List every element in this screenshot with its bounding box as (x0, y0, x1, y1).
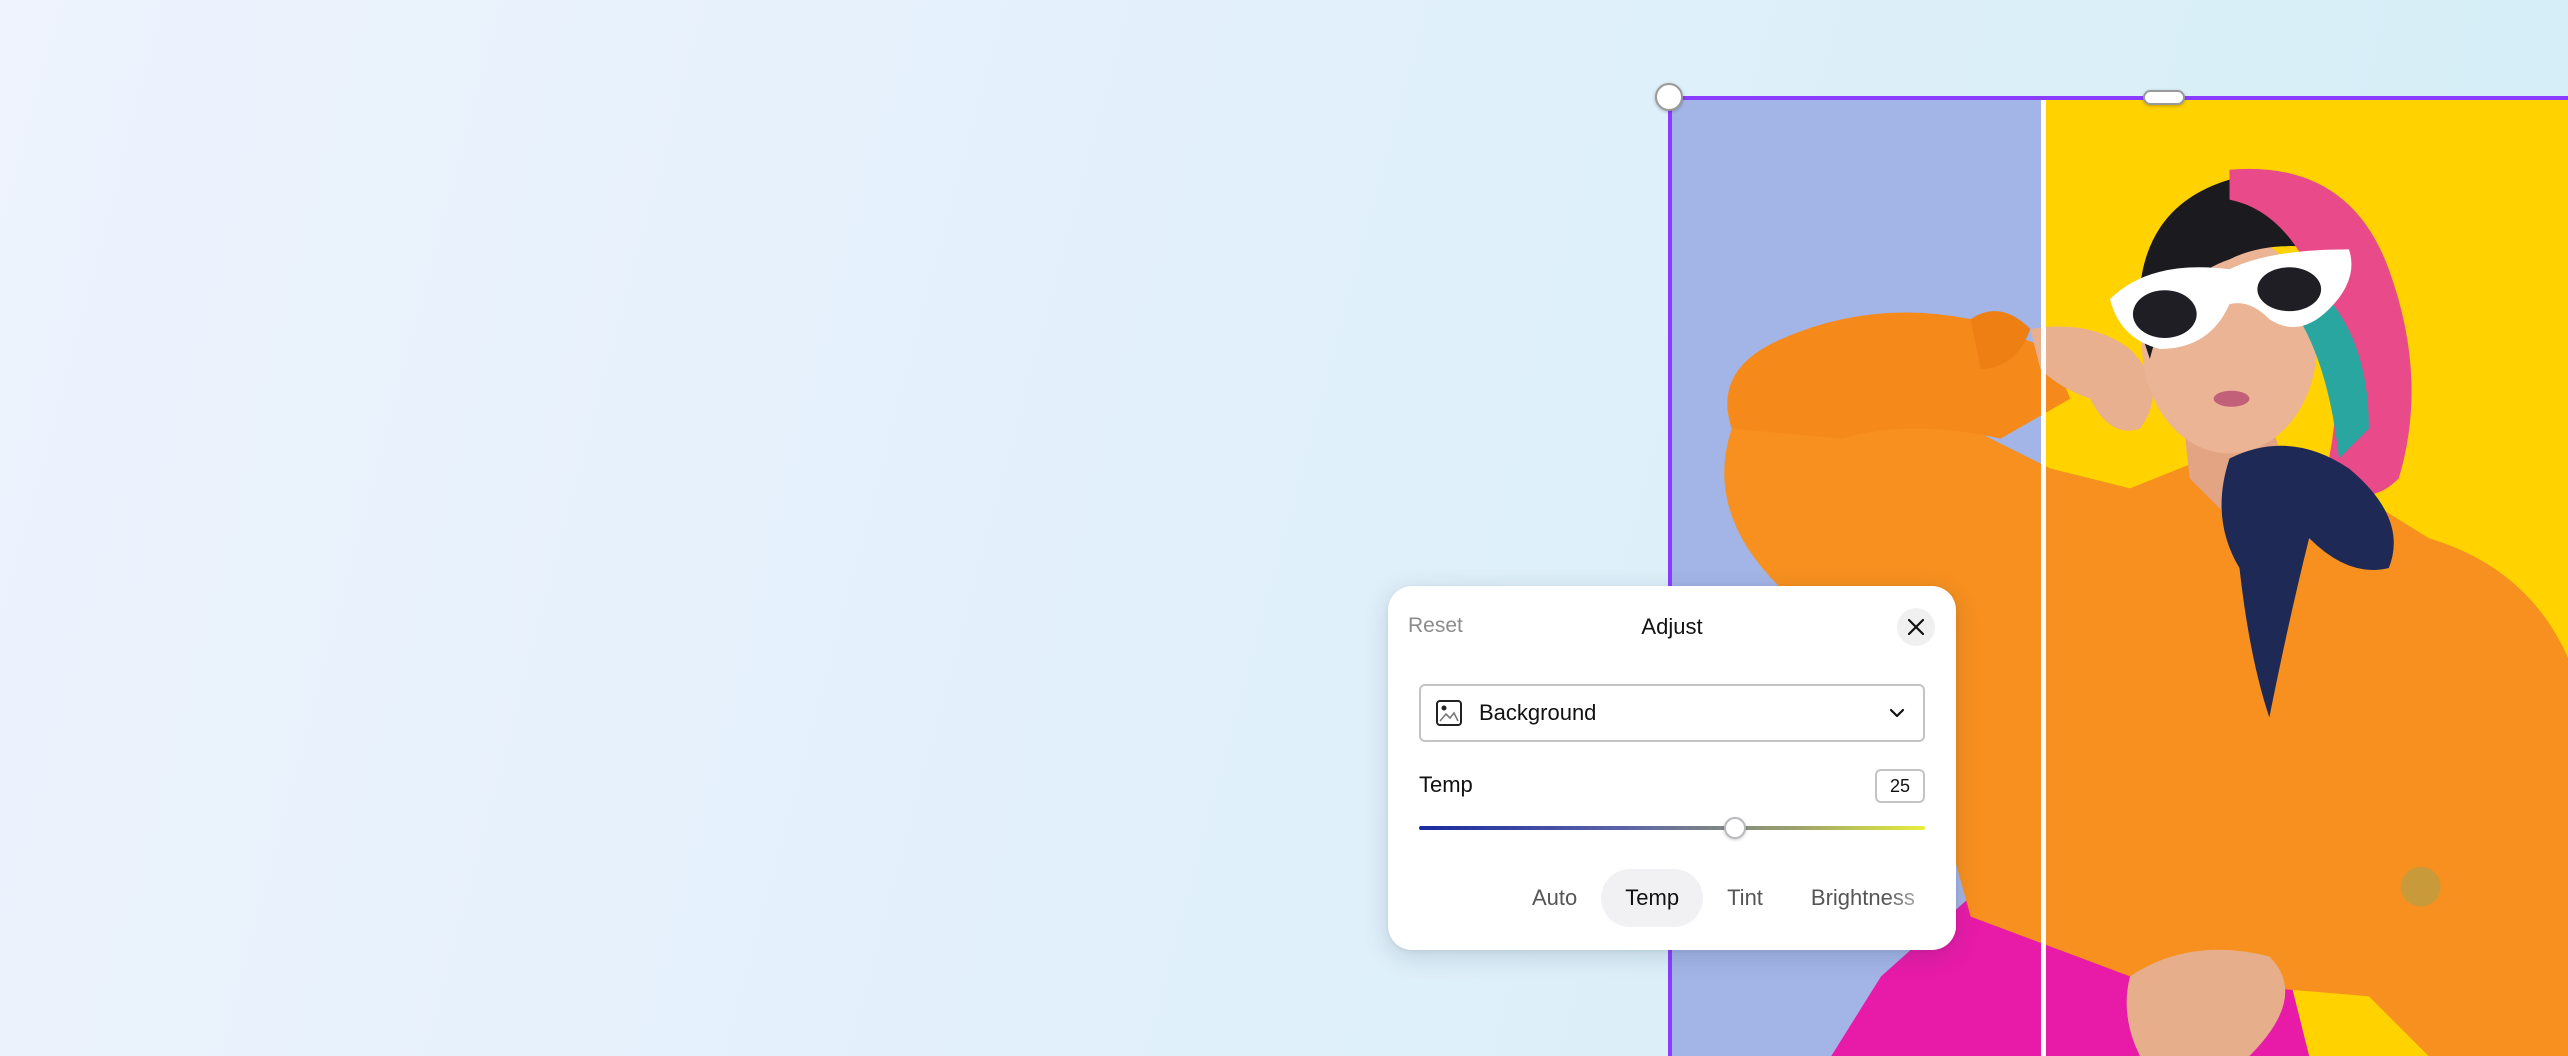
tab-auto[interactable]: Auto (1508, 869, 1601, 927)
panel-title: Adjust (1641, 614, 1703, 639)
chevron-down-icon (1887, 702, 1909, 724)
temp-slider-track[interactable] (1419, 826, 1925, 830)
target-dropdown[interactable]: Background (1419, 684, 1925, 742)
adjust-tabs: Auto Temp Tint Brightness (1508, 866, 1956, 930)
dropdown-selected-value: Background (1479, 700, 1597, 725)
close-icon (1907, 618, 1925, 636)
resize-handle-corner[interactable] (1655, 83, 1683, 111)
resize-handle-top[interactable] (2143, 90, 2185, 105)
tab-tint[interactable]: Tint (1703, 869, 1787, 927)
compare-split-line[interactable] (2041, 100, 2046, 1056)
temp-slider-thumb[interactable] (1724, 817, 1747, 839)
tab-temp[interactable]: Temp (1601, 869, 1704, 927)
image-background-icon (1435, 698, 1465, 728)
slider-label: Temp (1419, 772, 1473, 797)
tabs-fade-overlay (1886, 866, 1956, 930)
close-button[interactable] (1897, 608, 1935, 646)
slider-value-input[interactable]: 25 (1875, 769, 1925, 803)
adjust-panel: Reset Adjust Background Temp 25 Auto Temp… (1388, 586, 1956, 950)
